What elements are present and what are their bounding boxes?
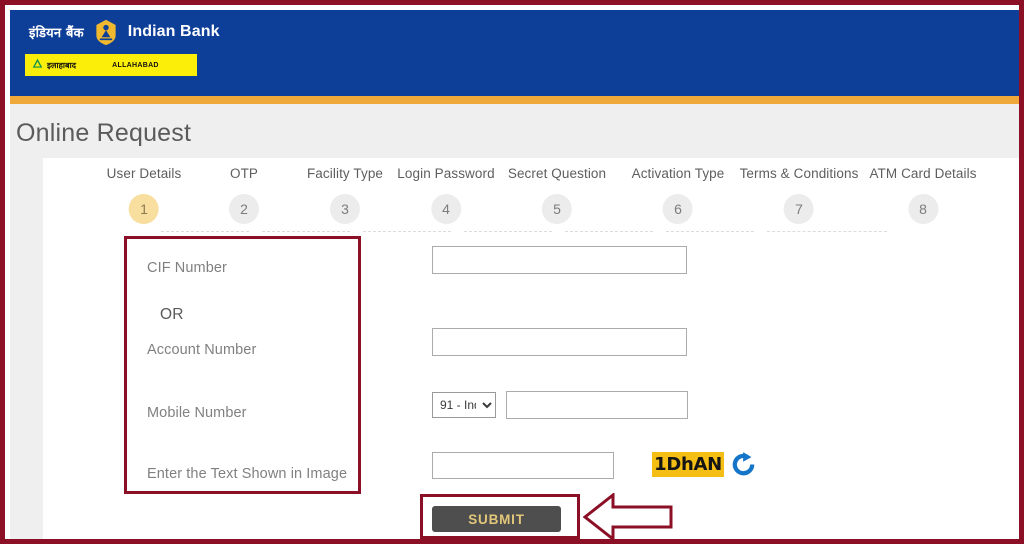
account-number-label: Account Number: [147, 342, 257, 358]
step-connector-5: [565, 231, 653, 233]
captcha-image: 1DhAN: [652, 452, 724, 477]
progress-stepper: User Details 1 OTP 2 Facility Type 3 Log…: [43, 166, 1019, 234]
mobile-number-label: Mobile Number: [147, 405, 247, 421]
step-connector-3: [363, 231, 451, 233]
captcha-label: Enter the Text Shown in Image: [147, 466, 348, 482]
bank-logo[interactable]: इंडियन बैंक Indian Bank: [29, 18, 220, 46]
step-label: User Details: [106, 166, 182, 181]
screenshot-root: इंडियन बैंक Indian Bank इलाहाबाद ALLAHAB…: [0, 0, 1024, 544]
step-atm-card-details[interactable]: ATM Card Details 8: [869, 166, 976, 224]
country-code-select[interactable]: 91 - India: [432, 392, 496, 418]
sub-brand-bar: इलाहाबाद ALLAHABAD: [25, 54, 197, 76]
indian-bank-logo-icon: [92, 18, 120, 46]
sub-brand-name-hindi: इलाहाबाद: [47, 60, 77, 70]
left-arrow-annotation-icon: [582, 491, 673, 539]
step-label: Secret Question: [507, 166, 607, 181]
step-connector-7: [767, 231, 887, 233]
step-number: 6: [663, 194, 693, 224]
step-terms-conditions[interactable]: Terms & Conditions 7: [740, 166, 859, 224]
step-label: Activation Type: [631, 166, 725, 181]
bank-name-english: Indian Bank: [127, 23, 220, 40]
account-number-input[interactable]: [432, 328, 687, 356]
cif-number-input[interactable]: [432, 246, 687, 274]
bank-name-hindi: इंडियन बैंक: [29, 26, 84, 41]
allahabad-bank-logo-icon: [32, 56, 47, 74]
captcha-input[interactable]: [432, 452, 614, 479]
step-label: Terms & Conditions: [739, 166, 859, 181]
step-user-details[interactable]: User Details 1: [107, 166, 182, 224]
header-accent-strip: [10, 96, 1019, 104]
page-body: Online Request User Details 1 OTP 2 Faci…: [10, 104, 1019, 539]
step-number: 1: [129, 194, 159, 224]
step-connector-2: [262, 231, 350, 233]
step-label: Login Password: [397, 166, 495, 181]
step-activation-type[interactable]: Activation Type 6: [632, 166, 725, 224]
step-connector-4: [464, 231, 552, 233]
cif-number-label: CIF Number: [147, 260, 227, 276]
step-number: 8: [908, 194, 938, 224]
submit-button[interactable]: SUBMIT: [432, 506, 561, 532]
step-login-password[interactable]: Login Password 4: [397, 166, 495, 224]
step-number: 7: [783, 194, 814, 224]
step-label: OTP: [229, 166, 259, 181]
step-secret-question[interactable]: Secret Question 5: [508, 166, 606, 224]
step-number: 2: [229, 194, 259, 224]
step-number: 5: [542, 194, 572, 224]
step-connector-1: [161, 231, 249, 233]
sub-brand-name-english: ALLAHABAD: [112, 61, 159, 69]
step-otp[interactable]: OTP 2: [229, 166, 259, 224]
step-facility-type[interactable]: Facility Type 3: [307, 166, 383, 224]
refresh-icon[interactable]: [730, 451, 757, 478]
step-number: 3: [329, 194, 360, 224]
bank-header: इंडियन बैंक Indian Bank इलाहाबाद ALLAHAB…: [10, 10, 1019, 96]
or-separator-label: OR: [160, 306, 184, 323]
step-label: Facility Type: [306, 166, 384, 181]
mobile-number-input[interactable]: [506, 391, 688, 419]
page-title: Online Request: [16, 119, 192, 147]
step-number: 4: [431, 194, 461, 224]
step-label: ATM Card Details: [869, 166, 977, 181]
step-connector-6: [666, 231, 754, 233]
